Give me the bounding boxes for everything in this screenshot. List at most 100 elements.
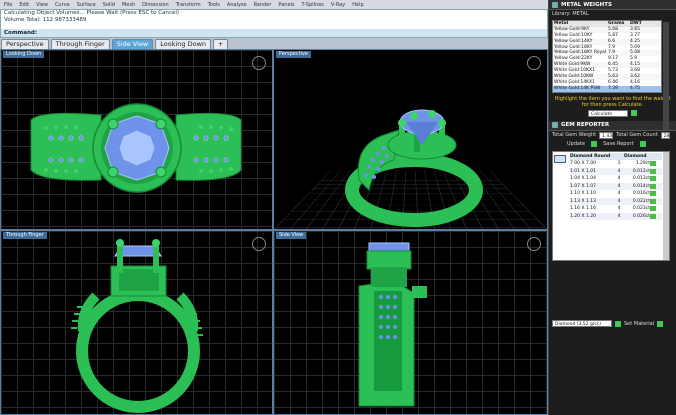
gem-cell-weight: 0.022ct <box>632 198 650 204</box>
gem-row[interactable]: 1.07 X 1.07 4 0.014ct <box>570 182 662 191</box>
library-label: Library: METAL <box>552 11 589 17</box>
total-gem-count-value: 28 <box>660 131 671 139</box>
gem-row-select-icon[interactable] <box>650 168 656 174</box>
viewport-title[interactable]: Looking Down <box>3 51 45 58</box>
metal-row[interactable]: White Gold:14K PSW 7.39 4.75 <box>553 85 661 92</box>
menu-item[interactable]: Curve <box>55 2 70 8</box>
menu-item[interactable]: Analyze <box>227 2 247 8</box>
view-cube-icon[interactable] <box>252 237 266 251</box>
gem-cell-count: 4 <box>617 183 621 189</box>
gem-row[interactable]: 1.16 X 1.16 4 0.023ct <box>570 205 662 213</box>
viewport-through-finger[interactable]: Through Finger <box>0 230 273 415</box>
update-go-icon[interactable] <box>591 140 598 147</box>
menu-item[interactable]: File <box>4 2 12 8</box>
menu-item[interactable]: Solid <box>103 2 115 8</box>
gem-cell-weight: 0.013ct <box>632 176 650 182</box>
gem-cell-weight: 0.023ct <box>632 206 650 212</box>
gem-reporter-header: GEM REPORTER <box>549 120 676 131</box>
gem-cell-weight: 1.29ct <box>635 161 650 167</box>
total-gem-weight-value: 1.43 <box>599 131 614 139</box>
menu-item[interactable]: Mesh <box>122 2 135 8</box>
metal-cell-grams: 7.39 <box>608 85 619 91</box>
gem-row-select-icon[interactable] <box>650 161 656 167</box>
material-select[interactable]: Diamond (3.52 g/cc) <box>552 320 612 327</box>
ring-front-view <box>71 239 203 413</box>
gem-row[interactable]: 7.00 X 7.00 1 1.29ct <box>570 160 662 168</box>
update-button[interactable]: Update <box>567 141 585 147</box>
gem-row-select-icon[interactable] <box>650 206 656 212</box>
gem-row[interactable]: 1.01 X 1.01 4 0.012ct <box>570 167 662 176</box>
menu-item[interactable]: Transform <box>176 2 201 8</box>
gem-table-scrollbar[interactable] <box>663 151 669 260</box>
menu-item[interactable]: View <box>36 2 48 8</box>
view-cube-icon[interactable] <box>527 237 541 251</box>
tab-view[interactable]: Side View <box>111 39 154 49</box>
save-report-go-icon[interactable] <box>639 140 646 147</box>
menu-item[interactable]: Render <box>254 2 272 8</box>
app-window: File Edit View Curve Surface Solid Mesh Dimensi… <box>0 0 676 415</box>
gem-cell-size: 1.01 X 1.01 <box>570 168 596 174</box>
gem-cell-size: 1.13 X 1.13 <box>570 198 596 204</box>
menu-item[interactable]: V-Ray <box>331 2 345 8</box>
gem-row-select-icon[interactable] <box>650 176 656 182</box>
calculate-button[interactable]: Calculate <box>588 109 628 117</box>
gem-cell-size: 7.00 X 7.00 <box>570 161 596 167</box>
menu-bar: File Edit View Curve Surface Solid Mesh Dimensi… <box>0 0 548 9</box>
gem-row-select-icon[interactable] <box>650 183 656 189</box>
gem-row[interactable]: 1.20 X 1.20 4 0.026ct <box>570 212 662 221</box>
metal-table[interactable]: Metal Grams DWT Yellow Gold:9KY 5.68 3.65 Y… <box>552 20 662 93</box>
gem-row[interactable]: 1.04 X 1.04 4 0.013ct <box>570 175 662 183</box>
gem-cell-size: 1.07 X 1.07 <box>570 183 596 189</box>
calculate-hint: Highlight the item you want to find the … <box>554 95 671 108</box>
menu-item[interactable]: Dimension <box>142 2 169 8</box>
viewport-title[interactable]: Through Finger <box>3 232 47 239</box>
gem-row[interactable]: 1.10 X 1.10 4 0.016ct <box>570 190 662 198</box>
calculate-row: Calculate <box>549 109 676 118</box>
calculate-go-icon[interactable] <box>631 110 637 117</box>
command-prompt[interactable]: Command: <box>1 29 547 37</box>
viewport-perspective[interactable]: Perspective <box>273 49 548 230</box>
gem-cell-count: 4 <box>617 191 621 197</box>
gem-row-select-icon[interactable] <box>650 198 656 204</box>
gem-cell-count: 4 <box>617 198 621 204</box>
gem-table[interactable]: Diamond Round Diamond 7.00 X 7.00 1 1.29ct… <box>552 150 670 261</box>
gem-cell-count: 4 <box>617 168 621 174</box>
tab-view[interactable]: + <box>213 39 229 49</box>
gem-actions-row: Update Save Report <box>549 140 676 148</box>
metal-weights-icon <box>552 1 558 8</box>
tab-view[interactable]: Perspective <box>1 39 49 49</box>
set-material-button[interactable]: Set Material <box>624 321 654 327</box>
gem-reporter-icon <box>552 122 558 129</box>
gem-cell-weight: 0.014ct <box>632 183 650 189</box>
command-history-line-2: Volume Total: 112.987333489 <box>4 17 87 23</box>
gem-cell-size: 1.10 X 1.10 <box>570 191 596 197</box>
metal-table-scrollbar[interactable] <box>663 22 669 130</box>
command-area: Calculating Object Volumes... Please Wai… <box>0 9 548 38</box>
gem-row-select-icon[interactable] <box>650 213 656 219</box>
gem-cell-weight: 0.026ct <box>632 213 650 219</box>
viewport-looking-down[interactable]: Looking Down <box>0 49 273 230</box>
menu-item[interactable]: Tools <box>208 2 220 8</box>
gem-table-header: Diamond Round Diamond <box>570 152 662 161</box>
menu-item[interactable]: T-Splines <box>302 2 324 8</box>
menu-item[interactable]: Panels <box>278 2 294 8</box>
tab-view[interactable]: Looking Down <box>155 39 212 49</box>
gem-row[interactable]: 1.13 X 1.13 4 0.022ct <box>570 197 662 206</box>
ring-perspective-view <box>345 109 483 227</box>
save-report-button[interactable]: Save Report <box>603 141 633 147</box>
viewport-title[interactable]: Perspective <box>276 51 311 58</box>
tab-view[interactable]: Through Finger <box>50 39 110 49</box>
view-cube-icon[interactable] <box>252 56 266 70</box>
material-go-icon[interactable] <box>615 320 621 327</box>
viewport-title[interactable]: Side View <box>276 232 307 239</box>
menu-item[interactable]: Edit <box>19 2 29 8</box>
set-material-go-icon[interactable] <box>657 320 664 327</box>
view-cube-icon[interactable] <box>527 56 541 70</box>
metal-weights-title: METAL WEIGHTS <box>561 1 612 8</box>
gem-row-select-icon[interactable] <box>650 191 656 197</box>
menu-item[interactable]: Help <box>352 2 363 8</box>
metal-weights-header: METAL WEIGHTS <box>549 0 676 10</box>
metal-cell-metal: White Gold:14K PSW <box>554 85 601 91</box>
viewport-side-view[interactable]: Side View <box>273 230 548 415</box>
menu-item[interactable]: Surface <box>77 2 96 8</box>
